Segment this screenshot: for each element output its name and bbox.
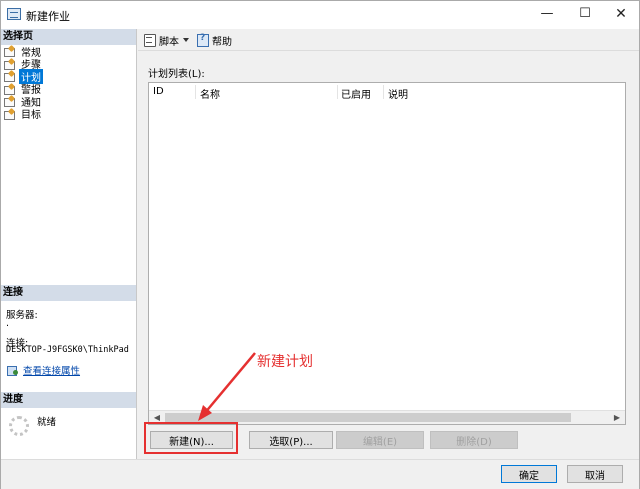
window-title: 新建作业 [26,10,70,23]
page-icon [3,96,15,108]
annotation-label: 新建计划 [257,354,313,370]
scrollbar-thumb[interactable] [165,413,571,422]
server-label: 服务器: [6,310,38,321]
page-icon [3,109,15,120]
script-button[interactable]: 脚本 [143,32,189,48]
column-separator[interactable] [195,85,196,99]
toolbar: 脚本 帮助 [138,29,639,51]
close-button[interactable]: ✕ [603,3,639,25]
connection-properties-icon [7,365,19,376]
title-bar: 新建作业 — ☐ ✕ [1,1,639,29]
column-header-description[interactable]: 说明 [388,86,408,101]
column-header-enabled[interactable]: 已启用 [341,86,371,101]
schedule-list[interactable]: ID 名称 已启用 说明 ◀ ▶ [148,82,626,425]
ok-button[interactable]: 确定 [501,465,557,483]
help-icon [196,33,209,47]
column-separator[interactable] [337,85,338,99]
progress-header: 进度 [1,392,136,408]
left-pane: 选择页 常规 步骤 计划 警报 通知 目标 连接 服务器: . 连接: DESK… [1,29,137,459]
chevron-down-icon[interactable] [183,38,189,42]
page-icon [3,59,15,70]
cancel-button[interactable]: 取消 [567,465,623,483]
page-nav-list: 常规 步骤 计划 警报 通知 目标 [3,45,43,121]
edit-schedule-button[interactable]: 编辑(E) [336,431,424,449]
progress-status: 就绪 [37,417,57,428]
column-separator[interactable] [383,85,384,99]
right-pane: 脚本 帮助 计划列表(L): ID 名称 已启用 说明 ◀ ▶ 新建(N)... [138,29,639,459]
script-label: 脚本 [159,36,179,48]
progress-spinner-icon [9,416,29,436]
annotation-highlight-box [144,422,238,454]
schedule-list-label: 计划列表(L): [148,69,205,80]
select-page-header: 选择页 [1,29,136,45]
help-button[interactable]: 帮助 [196,32,232,48]
pick-schedule-button[interactable]: 选取(P)... [249,431,333,449]
new-job-dialog: 新建作业 — ☐ ✕ 选择页 常规 步骤 计划 警报 通知 目标 连接 服务器:… [0,0,640,489]
app-icon [7,8,21,20]
column-header-id[interactable]: ID [153,86,164,97]
view-connection-link[interactable]: 查看连接属性 [23,363,80,377]
page-icon [3,71,15,83]
page-icon [3,46,15,58]
connection-value: DESKTOP-J9FGSK0\ThinkPad [6,345,129,355]
delete-schedule-button[interactable]: 删除(D) [430,431,518,449]
script-icon [143,34,156,47]
help-label: 帮助 [212,36,232,48]
nav-item-label: 目标 [21,110,41,122]
connection-header: 连接 [1,285,136,301]
column-header-name[interactable]: 名称 [200,86,220,101]
scroll-right-icon[interactable]: ▶ [611,413,623,423]
server-value: . [6,318,10,329]
nav-item-targets[interactable]: 目标 [3,108,43,121]
maximize-button[interactable]: ☐ [567,3,603,25]
view-connection-properties[interactable]: 查看连接属性 [7,363,80,377]
page-icon [3,84,15,95]
minimize-button[interactable]: — [529,3,565,25]
